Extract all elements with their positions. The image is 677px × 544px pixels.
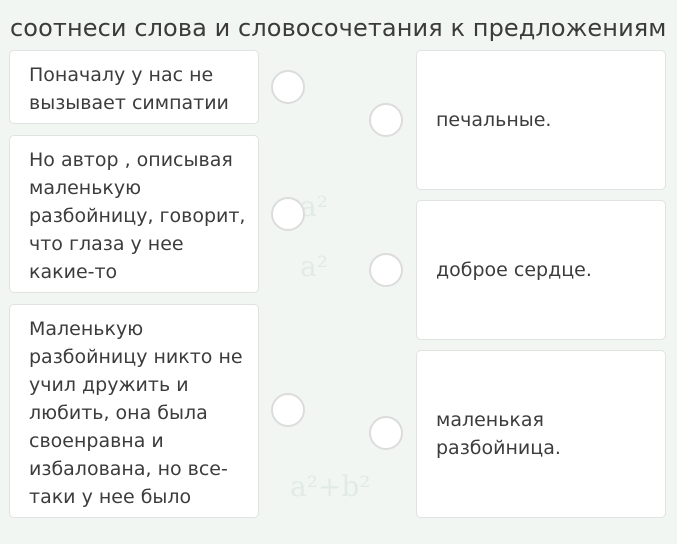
right-card-text: печальные. bbox=[436, 109, 552, 131]
right-card-3[interactable]: маленькая разбойница. bbox=[416, 350, 666, 518]
left-connector-1[interactable] bbox=[271, 70, 305, 104]
left-connector-3[interactable] bbox=[271, 393, 305, 427]
right-card-text: доброе сердце. bbox=[436, 259, 592, 281]
right-connector-1[interactable] bbox=[369, 103, 403, 137]
right-card-2[interactable]: доброе сердце. bbox=[416, 200, 666, 340]
left-card-text: Маленькую разбойницу никто не учил дружи… bbox=[29, 318, 243, 508]
background-decoration: a² bbox=[300, 250, 328, 283]
left-card-2[interactable]: Но автор , описывая маленькую разбойницу… bbox=[9, 135, 259, 293]
right-connector-3[interactable] bbox=[369, 416, 403, 450]
left-card-text: Но автор , описывая маленькую разбойницу… bbox=[29, 149, 246, 283]
left-card-1[interactable]: Поначалу у нас не вызывает симпатии bbox=[9, 50, 259, 124]
right-card-text: маленькая разбойница. bbox=[436, 409, 561, 459]
background-decoration: a²+b² bbox=[290, 470, 371, 503]
right-card-1[interactable]: печальные. bbox=[416, 50, 666, 190]
task-title: соотнеси слова и словосочетания к предло… bbox=[10, 14, 667, 42]
right-connector-2[interactable] bbox=[369, 253, 403, 287]
left-card-3[interactable]: Маленькую разбойницу никто не учил дружи… bbox=[9, 304, 259, 518]
left-connector-2[interactable] bbox=[271, 197, 305, 231]
left-card-text: Поначалу у нас не вызывает симпатии bbox=[29, 64, 229, 114]
